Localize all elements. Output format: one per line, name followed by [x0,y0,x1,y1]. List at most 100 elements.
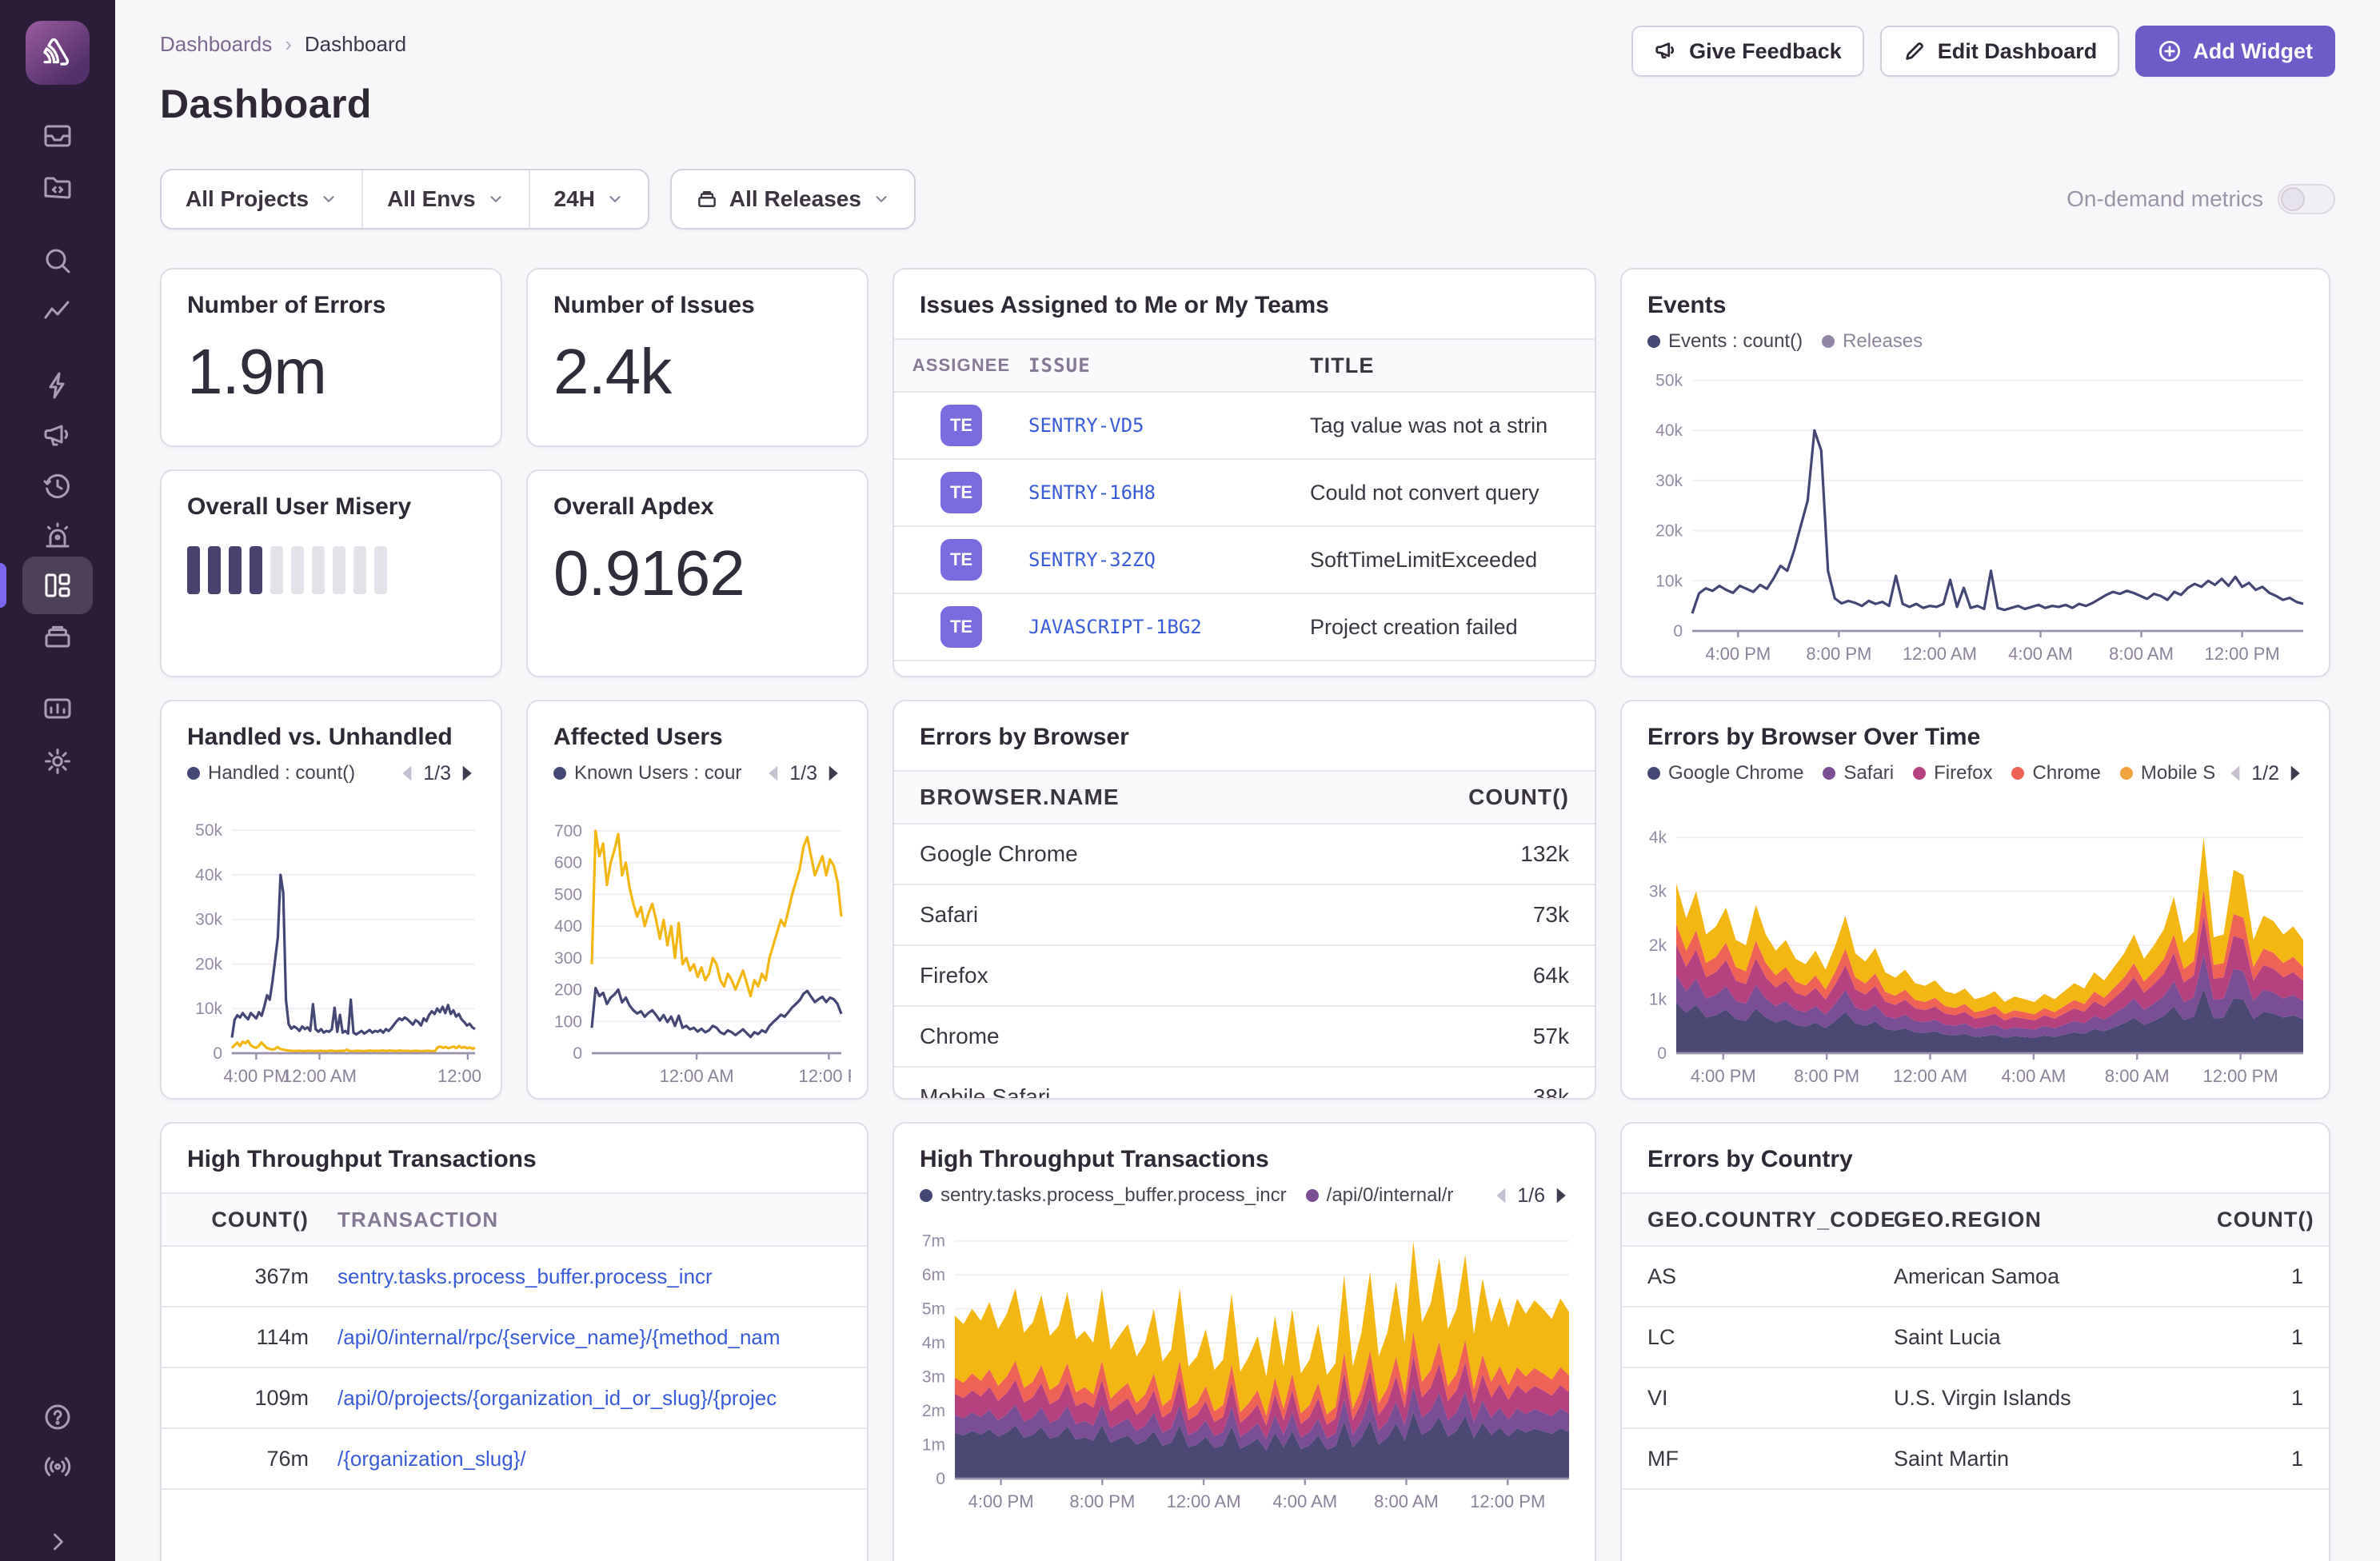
legend-item[interactable]: Google Chrome [1647,762,1803,784]
table-row[interactable]: Firefox64k [894,946,1595,1007]
issue-link[interactable]: JAVASCRIPT-1BG2 [1028,616,1202,638]
sidebar-item-issues[interactable] [22,107,93,165]
legend-item[interactable]: Releases [1822,330,1923,353]
table-row[interactable]: LCSaint Lucia1 [1622,1307,2329,1368]
issue-link[interactable]: SENTRY-VD5 [1028,414,1144,437]
legend-item[interactable]: Known Users : cour [553,762,741,784]
legend-item[interactable]: Handled : count() [187,762,355,784]
table-row[interactable]: 76m/{organization_slug}/ [162,1429,867,1490]
browser-name-cell: Firefox [894,963,1451,988]
sidebar-item-releases[interactable] [22,608,93,665]
legend-item[interactable]: Safari [1823,762,1894,784]
breadcrumb-current: Dashboard [305,32,406,57]
projects-filter[interactable]: All Projects [162,170,361,228]
legend-item[interactable]: Chrome [2011,762,2100,784]
legend-item[interactable]: Mobile S [2120,762,2214,784]
svg-text:10k: 10k [195,1000,222,1018]
add-widget-button[interactable]: Add Widget [2135,26,2335,77]
sidebar-item-metrics[interactable] [22,283,93,341]
table-row[interactable]: TE SENTRY-16H8 Could not convert query [894,460,1595,527]
table-row[interactable]: TE SENTRY-32ZQ SoftTimeLimitExceeded [894,527,1595,594]
svg-text:0: 0 [1657,1044,1667,1063]
table-row[interactable]: Google Chrome132k [894,824,1595,885]
team-avatar[interactable]: TE [940,606,982,648]
sidebar-collapse[interactable] [22,1513,93,1561]
table-row[interactable]: MFSaint Martin1 [1622,1429,2329,1490]
sidebar-item-settings[interactable] [22,733,93,790]
transaction-link[interactable]: sentry.tasks.process_buffer.process_incr [337,1264,713,1288]
col-count: COUNT() [2217,1208,2329,1232]
sidebar-item-dashboards[interactable] [22,557,93,614]
page-prev-icon[interactable] [1493,1187,1507,1204]
give-feedback-button[interactable]: Give Feedback [1631,26,1864,77]
misery-bar [291,546,304,594]
browser-name-cell: Safari [894,902,1451,928]
table-row[interactable]: ASAmerican Samoa1 [1622,1247,2329,1307]
issue-link[interactable]: SENTRY-16H8 [1028,481,1156,504]
legend-item[interactable]: sentry.tasks.process_buffer.process_incr [920,1184,1287,1207]
team-avatar[interactable]: TE [940,539,982,581]
table-row[interactable]: 109m/api/0/projects/{organization_id_or_… [162,1368,867,1429]
table-row[interactable]: 367msentry.tasks.process_buffer.process_… [162,1247,867,1307]
time-filter[interactable]: 24H [529,170,648,228]
legend-dot [553,767,566,780]
toggle-knob [2281,187,2305,211]
issue-title-cell: Tag value was not a strin [1310,413,1595,438]
top-actions: Give Feedback Edit Dashboard Add Widget [1631,26,2335,77]
projects-icon [42,171,74,203]
releases-filter-label: All Releases [729,186,861,212]
envs-filter[interactable]: All Envs [361,170,528,228]
events-legend: Events : count() Releases [1647,330,2303,353]
sidebar-item-stats[interactable] [22,680,93,737]
page-prev-icon[interactable] [399,765,413,782]
table-row[interactable]: Safari73k [894,885,1595,946]
widget-overall-user-misery: Overall User Misery [160,469,502,677]
siren-icon [42,520,74,552]
releases-filter[interactable]: All Releases [672,170,914,228]
svg-text:200: 200 [554,981,582,1000]
team-avatar[interactable]: TE [940,405,982,446]
legend-row: Handled : count() 1/3 [162,751,501,786]
table-row[interactable]: 114m/api/0/internal/rpc/{service_name}/{… [162,1307,867,1368]
sidebar-item-feedback[interactable] [22,406,93,464]
table-row[interactable]: Mobile Safari38k [894,1068,1595,1100]
sentry-logo-icon [40,35,75,70]
page-next-icon[interactable] [461,765,475,782]
table-row[interactable]: TE JAVASCRIPT-1BG2 Project creation fail… [894,594,1595,661]
transaction-link[interactable]: /{organization_slug}/ [337,1447,526,1471]
legend-item[interactable]: Firefox [1913,762,1992,784]
transaction-link[interactable]: /api/0/internal/rpc/{service_name}/{meth… [337,1325,781,1349]
legend-item[interactable]: /api/0/internal/r [1306,1184,1454,1207]
sidebar-item-whats-new[interactable] [22,1438,93,1495]
help-icon [42,1401,74,1433]
svg-text:12:00 PM: 12:00 PM [2205,644,2280,664]
sidebar-item-projects[interactable] [22,158,93,216]
table-row[interactable]: TE SENTRY-VD5 Tag value was not a strin [894,393,1595,460]
page-prev-icon[interactable] [2227,765,2242,782]
svg-text:12:00 AM: 12:00 AM [282,1066,357,1086]
breadcrumb-dashboards[interactable]: Dashboards [160,32,272,57]
team-avatar[interactable]: TE [940,472,982,513]
legend-item[interactable]: Events : count() [1647,330,1803,353]
sidebar-item-search[interactable] [22,232,93,289]
page-next-icon[interactable] [827,765,841,782]
issue-link[interactable]: SENTRY-32ZQ [1028,549,1156,571]
svg-text:0: 0 [1673,622,1683,641]
page-next-icon[interactable] [2289,765,2303,782]
count-cell: 64k [1451,963,1595,988]
svg-text:4:00 PM: 4:00 PM [223,1066,289,1086]
ondemand-metrics-toggle[interactable] [2278,184,2335,214]
col-assignee: ASSIGNEE [894,355,1028,376]
table-row[interactable]: VIU.S. Virgin Islands1 [1622,1368,2329,1429]
feedback-megaphone-icon [1654,39,1678,63]
count-cell: 38k [1451,1084,1595,1100]
dashboards-icon [42,569,74,601]
transaction-link[interactable]: /api/0/projects/{organization_id_or_slug… [337,1386,777,1410]
page-next-icon[interactable] [1555,1187,1569,1204]
sentry-logo[interactable] [26,21,90,85]
legend-label: sentry.tasks.process_buffer.process_incr [940,1184,1287,1207]
user-misery-score-bar [162,521,501,594]
edit-dashboard-button[interactable]: Edit Dashboard [1880,26,2120,77]
table-row[interactable]: Chrome57k [894,1007,1595,1068]
page-prev-icon[interactable] [765,765,780,782]
